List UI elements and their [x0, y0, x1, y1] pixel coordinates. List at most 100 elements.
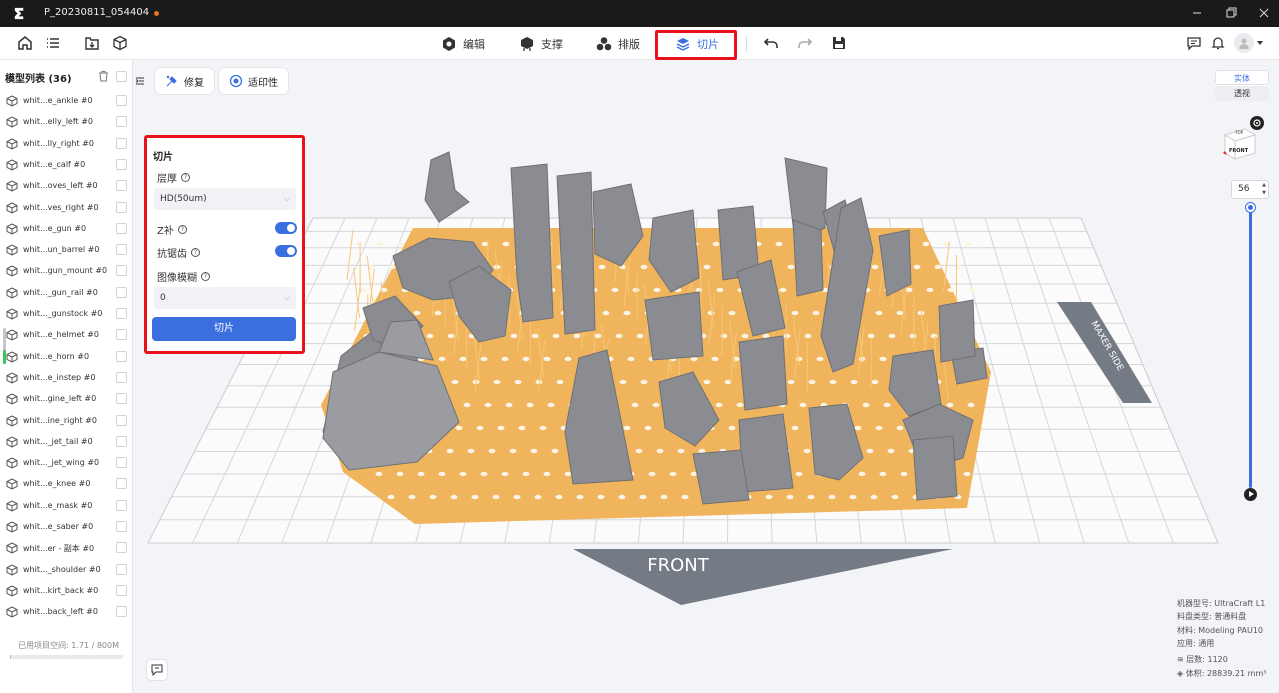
model-checkbox[interactable]	[116, 116, 127, 128]
redo-icon[interactable]	[796, 34, 814, 52]
antialias-text: 抗锯齿	[157, 249, 187, 260]
help-icon[interactable]: ?	[191, 248, 200, 257]
model-cube-icon	[6, 138, 18, 150]
view-perspective-button[interactable]: 透视	[1215, 86, 1269, 101]
list-item[interactable]: whit...e_knee #0	[0, 474, 133, 495]
model-checkbox[interactable]	[116, 393, 127, 405]
minimize-button[interactable]	[1187, 4, 1207, 22]
model-checkbox[interactable]	[116, 222, 127, 234]
list-item[interactable]: whit...e_calf #0	[0, 155, 133, 176]
list-item[interactable]: whit..._jet_wing #0	[0, 453, 133, 474]
save-icon[interactable]	[830, 34, 848, 52]
list-item[interactable]: whit...lly_right #0	[0, 134, 133, 155]
model-checkbox[interactable]	[116, 244, 127, 256]
collapse-panel-icon[interactable]	[134, 72, 146, 90]
model-checkbox[interactable]	[116, 158, 127, 170]
help-icon[interactable]: ?	[181, 173, 190, 182]
tab-edit[interactable]: 编辑	[441, 32, 485, 56]
model-checkbox[interactable]	[116, 201, 127, 213]
model-checkbox[interactable]	[116, 371, 127, 383]
model-checkbox[interactable]	[116, 563, 127, 575]
layer-input[interactable]: 56 ▲ ▼	[1231, 180, 1269, 199]
list-item[interactable]: whit...elly_left #0	[0, 112, 133, 133]
model-checkbox[interactable]	[116, 499, 127, 511]
list-item[interactable]: whit...gine_left #0	[0, 389, 133, 410]
model-checkbox[interactable]	[116, 180, 127, 192]
list-item[interactable]: whit..._shoulder #0	[0, 560, 133, 581]
model-checkbox[interactable]	[116, 414, 127, 426]
list-item[interactable]: whit...oves_left #0	[0, 176, 133, 197]
model-checkbox[interactable]	[116, 457, 127, 469]
printability-button[interactable]: 适印性	[219, 68, 288, 94]
view-cube[interactable]: TOP FRONT	[1221, 125, 1259, 163]
list-item[interactable]: whit...e_helmet #0	[0, 325, 133, 346]
message-icon[interactable]	[1185, 34, 1203, 52]
list-item[interactable]: whit...un_barrel #0	[0, 240, 133, 261]
list-item[interactable]: whit...er - 副本 #0	[0, 538, 133, 559]
trash-icon[interactable]	[98, 70, 109, 82]
model-checkbox[interactable]	[116, 521, 127, 532]
list-item[interactable]: whit...e_saber #0	[0, 517, 133, 538]
list-item[interactable]: whit...e_instep #0	[0, 368, 133, 389]
image-blur-select[interactable]: 0 ⌵	[154, 287, 296, 309]
list-item[interactable]: whit..._jet_tail #0	[0, 432, 133, 453]
list-item[interactable]: whit...e_mask #0	[0, 496, 133, 517]
list-item[interactable]: whit...kirt_back #0	[0, 581, 133, 602]
model-name: whit...lly_right #0	[23, 138, 94, 148]
model-checkbox[interactable]	[116, 308, 127, 319]
model-checkbox[interactable]	[116, 329, 127, 341]
slice-button[interactable]: 切片	[152, 317, 296, 341]
list-item[interactable]: whit...e_ankle #0	[0, 91, 133, 112]
undo-icon[interactable]	[762, 34, 780, 52]
list-item[interactable]: whit..._gunstock #0	[0, 304, 133, 325]
list-item[interactable]: whit...e_horn #0	[0, 347, 133, 368]
antialias-toggle[interactable]	[275, 245, 297, 257]
list-item[interactable]: whit...ves_right #0	[0, 198, 133, 219]
play-icon[interactable]	[1244, 488, 1257, 501]
list-item[interactable]: whit...back_left #0	[0, 602, 133, 623]
import-icon[interactable]	[83, 34, 101, 52]
list-item[interactable]: whit...ine_right #0	[0, 411, 133, 432]
image-blur-value: 0	[160, 293, 166, 303]
view-solid-button[interactable]: 实体	[1215, 70, 1269, 85]
model-checkbox[interactable]	[116, 137, 127, 149]
model-checkbox[interactable]	[116, 286, 127, 298]
model-checkbox[interactable]	[116, 95, 127, 106]
model-checkbox[interactable]	[116, 350, 127, 362]
list-item[interactable]: whit...e_gun #0	[0, 219, 133, 240]
stepper-icon[interactable]: ▲ ▼	[1262, 181, 1266, 197]
model-cube-icon[interactable]	[111, 34, 129, 52]
help-icon[interactable]: ?	[201, 272, 210, 281]
tab-support[interactable]: 支撑	[519, 32, 563, 56]
home-icon[interactable]	[16, 34, 34, 52]
layer-slider-handle[interactable]	[1246, 203, 1255, 212]
help-icon[interactable]: ?	[177, 225, 187, 234]
model-cube-icon	[6, 393, 18, 405]
z-comp-toggle[interactable]	[275, 222, 297, 234]
chevron-down-icon[interactable]	[1255, 34, 1265, 52]
model-checkbox[interactable]	[116, 606, 127, 618]
close-button[interactable]	[1254, 4, 1274, 22]
list-item[interactable]: whit..._gun_rail #0	[0, 283, 133, 304]
list-item[interactable]: whit...gun_mount #0	[0, 261, 133, 282]
maximize-button[interactable]	[1221, 4, 1241, 22]
select-all-checkbox[interactable]	[116, 71, 127, 82]
feedback-button[interactable]	[146, 659, 168, 681]
model-cube-icon	[6, 372, 18, 384]
volume-text: 体积: 28839.21 mm³	[1185, 669, 1267, 678]
bell-icon[interactable]	[1209, 34, 1227, 52]
model-checkbox[interactable]	[116, 584, 127, 596]
model-checkbox[interactable]	[116, 265, 127, 277]
model-checkbox[interactable]	[116, 542, 127, 554]
layer-slider-track[interactable]	[1249, 206, 1252, 488]
model-checkbox[interactable]	[116, 478, 127, 490]
repair-button[interactable]: 修复	[155, 68, 214, 94]
model-name: whit...e_calf #0	[23, 159, 86, 169]
model-checkbox[interactable]	[116, 435, 127, 447]
model-name: whit...un_barrel #0	[23, 245, 100, 255]
tab-layout[interactable]: 排版	[596, 32, 640, 56]
list-menu-icon[interactable]	[44, 34, 62, 52]
avatar[interactable]	[1234, 33, 1254, 53]
model-name: whit...gine_left #0	[23, 394, 97, 404]
layer-thickness-select[interactable]: HD(50um) ⌵	[154, 188, 296, 210]
